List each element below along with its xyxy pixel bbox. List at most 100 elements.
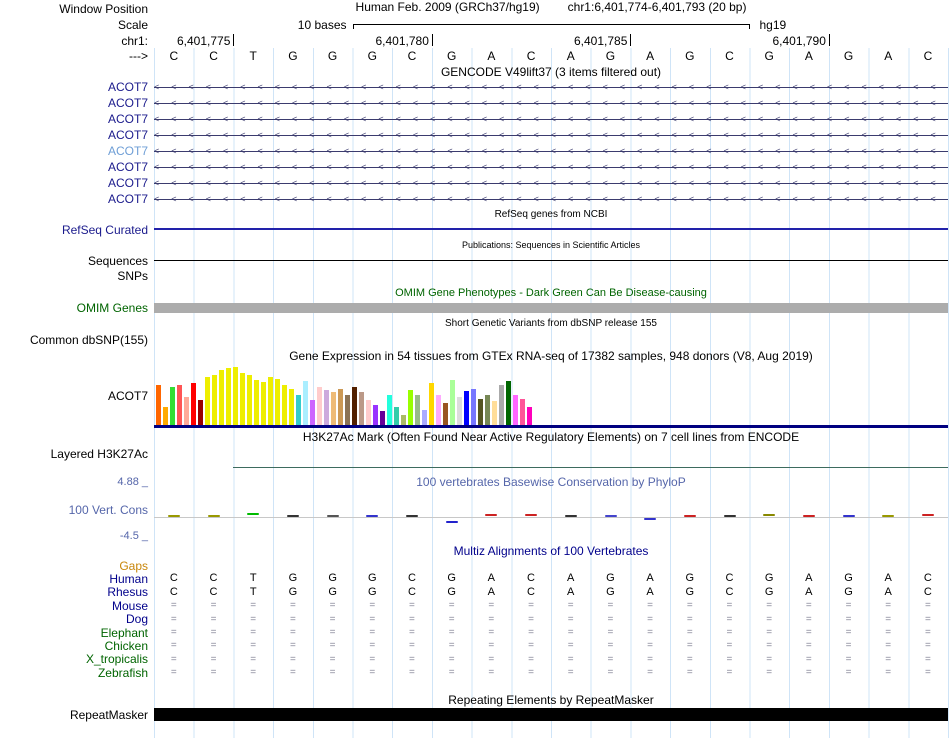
multiz-species-label[interactable]: Zebrafish bbox=[0, 666, 154, 680]
gtex-tissue-bar[interactable] bbox=[233, 367, 238, 425]
gencode-item-label[interactable]: ACOT7 bbox=[0, 127, 154, 143]
transcript-left-arrows[interactable]: <<<<<<<<<<<<<<<<<<<<<<<<<<<<<<<<<<<<<<<<… bbox=[154, 159, 948, 175]
sequences-item-line[interactable] bbox=[154, 260, 948, 261]
gtex-tissue-bar[interactable] bbox=[527, 407, 532, 425]
h3k27ac-signal-line[interactable] bbox=[233, 467, 948, 468]
multiz-species-label[interactable]: X_tropicalis bbox=[0, 652, 154, 666]
gtex-tissue-bar[interactable] bbox=[261, 382, 266, 425]
refseq-track-label[interactable]: RefSeq Curated bbox=[0, 222, 154, 237]
gtex-tissue-bar[interactable] bbox=[331, 392, 336, 425]
omim-track-label[interactable]: OMIM Genes bbox=[0, 301, 154, 315]
gtex-tissue-bar[interactable] bbox=[408, 390, 413, 425]
transcript-left-arrows[interactable]: <<<<<<<<<<<<<<<<<<<<<<<<<<<<<<<<<<<<<<<<… bbox=[154, 95, 948, 111]
multiz-species-label[interactable]: Dog bbox=[0, 612, 154, 626]
gtex-tissue-bar[interactable] bbox=[485, 395, 490, 425]
gtex-tissue-bar[interactable] bbox=[219, 370, 224, 425]
gtex-tissue-bar[interactable] bbox=[359, 392, 364, 425]
gencode-item-label[interactable]: ACOT7 bbox=[0, 143, 154, 159]
gtex-tissue-bar[interactable] bbox=[289, 389, 294, 425]
gtex-tissue-bar[interactable] bbox=[513, 395, 518, 425]
gtex-tissue-bar[interactable] bbox=[296, 395, 301, 425]
transcript-left-arrows[interactable]: <<<<<<<<<<<<<<<<<<<<<<<<<<<<<<<<<<<<<<<<… bbox=[154, 191, 948, 207]
gtex-tissue-bar[interactable] bbox=[268, 377, 273, 425]
alignment-cell: = bbox=[329, 600, 336, 612]
gtex-tissue-bar[interactable] bbox=[499, 385, 504, 425]
gencode-item-label[interactable]: ACOT7 bbox=[0, 191, 154, 207]
gtex-tissue-bar[interactable] bbox=[156, 385, 161, 425]
gtex-tissue-bar[interactable] bbox=[443, 403, 448, 425]
gtex-tissue-bar[interactable] bbox=[345, 395, 350, 425]
transcript-left-arrows[interactable]: <<<<<<<<<<<<<<<<<<<<<<<<<<<<<<<<<<<<<<<<… bbox=[154, 79, 948, 95]
gtex-tissue-bar[interactable] bbox=[198, 400, 203, 425]
multiz-species-label[interactable]: Chicken bbox=[0, 639, 154, 653]
alignment-cell: = bbox=[567, 667, 574, 679]
gencode-item-label[interactable]: ACOT7 bbox=[0, 175, 154, 191]
gtex-tissue-bar[interactable] bbox=[282, 385, 287, 425]
phylop-track-label[interactable]: 100 Vert. Cons bbox=[0, 491, 154, 529]
gtex-tissue-bar[interactable] bbox=[254, 380, 259, 425]
gencode-item-label[interactable]: ACOT7 bbox=[0, 111, 154, 127]
gtex-tissue-bar[interactable] bbox=[191, 383, 196, 425]
transcript-left-arrows[interactable]: <<<<<<<<<<<<<<<<<<<<<<<<<<<<<<<<<<<<<<<<… bbox=[154, 175, 948, 191]
phylop-plot[interactable] bbox=[154, 491, 948, 529]
gtex-tissue-bar[interactable] bbox=[184, 397, 189, 425]
gtex-tissue-bar[interactable] bbox=[163, 407, 168, 425]
repeatmasker-element-bar[interactable] bbox=[154, 707, 948, 721]
gtex-tissue-bar[interactable] bbox=[506, 381, 511, 425]
gtex-tissue-bar[interactable] bbox=[457, 397, 462, 425]
multiz-species-label[interactable]: Gaps bbox=[0, 559, 154, 573]
gtex-tissue-bar[interactable] bbox=[422, 410, 427, 425]
multiz-species-label[interactable]: Rhesus bbox=[0, 585, 154, 599]
gtex-tissue-bar[interactable] bbox=[205, 377, 210, 425]
gtex-tissue-bar[interactable] bbox=[436, 395, 441, 425]
base-letter: G bbox=[327, 49, 338, 63]
alignment-cell bbox=[789, 559, 829, 572]
gtex-tissue-bar[interactable] bbox=[401, 415, 406, 425]
gtex-tissue-bar[interactable] bbox=[170, 387, 175, 425]
multiz-species-label[interactable]: Human bbox=[0, 572, 154, 586]
repeatmasker-track-label[interactable]: RepeatMasker bbox=[0, 708, 154, 722]
snps-track-label[interactable]: SNPs bbox=[0, 268, 154, 284]
gtex-tissue-bar[interactable] bbox=[394, 407, 399, 425]
gtex-tissue-bar[interactable] bbox=[429, 383, 434, 425]
refseq-gene-line[interactable] bbox=[154, 228, 948, 230]
gencode-item-label[interactable]: ACOT7 bbox=[0, 95, 154, 111]
gtex-tissue-bar[interactable] bbox=[338, 389, 343, 425]
gtex-tissue-bar[interactable] bbox=[247, 375, 252, 425]
sequences-track-label[interactable]: Sequences bbox=[0, 253, 154, 268]
gtex-tissue-bar[interactable] bbox=[352, 387, 357, 425]
gtex-tissue-bar[interactable] bbox=[324, 390, 329, 425]
gtex-tissue-bar[interactable] bbox=[387, 395, 392, 425]
gtex-tissue-bar[interactable] bbox=[380, 411, 385, 425]
omim-gene-bar[interactable] bbox=[154, 303, 948, 313]
gtex-tissue-bar[interactable] bbox=[303, 381, 308, 425]
gtex-tissue-bar[interactable] bbox=[373, 405, 378, 425]
transcript-left-arrows[interactable]: <<<<<<<<<<<<<<<<<<<<<<<<<<<<<<<<<<<<<<<<… bbox=[154, 127, 948, 143]
gtex-tissue-bar[interactable] bbox=[275, 379, 280, 425]
multiz-species-label[interactable]: Mouse bbox=[0, 599, 154, 613]
gtex-tissue-bar[interactable] bbox=[240, 373, 245, 425]
gtex-tissue-bar[interactable] bbox=[317, 387, 322, 425]
multiz-species-label[interactable]: Elephant bbox=[0, 626, 154, 640]
gtex-tissue-bar[interactable] bbox=[226, 368, 231, 425]
gtex-tissue-bar[interactable] bbox=[310, 400, 315, 425]
gtex-tissue-bar[interactable] bbox=[366, 400, 371, 425]
base-letter: G bbox=[764, 49, 774, 63]
gencode-item-label[interactable]: ACOT7 bbox=[0, 159, 154, 175]
h3k27ac-track-label[interactable]: Layered H3K27Ac bbox=[0, 445, 154, 473]
gtex-tissue-bar[interactable] bbox=[464, 391, 469, 425]
alignment-cell: = bbox=[805, 667, 812, 679]
gtex-tissue-bar[interactable] bbox=[415, 395, 420, 425]
gencode-item-label[interactable]: ACOT7 bbox=[0, 79, 154, 95]
gtex-tissue-bar[interactable] bbox=[478, 399, 483, 425]
gtex-tissue-bar[interactable] bbox=[471, 389, 476, 425]
gtex-track-label[interactable]: ACOT7 bbox=[0, 364, 154, 428]
transcript-left-arrows[interactable]: <<<<<<<<<<<<<<<<<<<<<<<<<<<<<<<<<<<<<<<<… bbox=[154, 111, 948, 127]
dbsnp-track-label[interactable]: Common dbSNP(155) bbox=[0, 332, 154, 347]
gtex-tissue-bar[interactable] bbox=[520, 399, 525, 425]
gtex-tissue-bar[interactable] bbox=[492, 401, 497, 425]
gtex-tissue-bar[interactable] bbox=[177, 385, 182, 425]
gtex-tissue-bar[interactable] bbox=[450, 380, 455, 425]
gtex-tissue-bar[interactable] bbox=[212, 375, 217, 425]
transcript-left-arrows[interactable]: <<<<<<<<<<<<<<<<<<<<<<<<<<<<<<<<<<<<<<<<… bbox=[154, 143, 948, 159]
